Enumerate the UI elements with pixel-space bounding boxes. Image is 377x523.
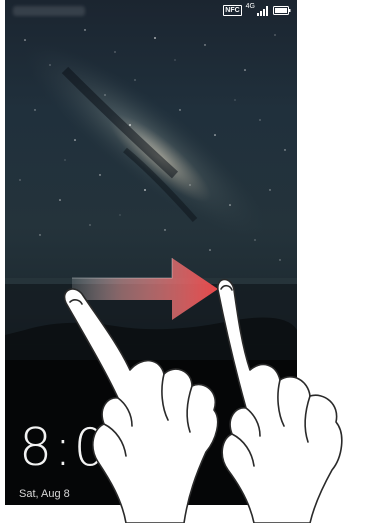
lock-screen-date: Sat, Aug 8	[19, 488, 70, 500]
swipe-arrow-icon	[72, 258, 218, 320]
battery-icon	[273, 6, 291, 15]
network-type-label: 4G	[245, 3, 255, 10]
status-icons: NFC 4G	[223, 3, 291, 16]
signal-icon	[257, 5, 268, 16]
status-bar: NFC 4G	[5, 0, 297, 24]
lock-screen[interactable]: NFC 4G 8:08 Sat, Aug 8	[5, 0, 297, 505]
camera-shortcut[interactable]	[263, 490, 285, 496]
carrier-name-blurred	[13, 6, 85, 16]
lock-screen-clock: 8:08	[19, 418, 144, 478]
nfc-icon: NFC	[223, 5, 242, 16]
